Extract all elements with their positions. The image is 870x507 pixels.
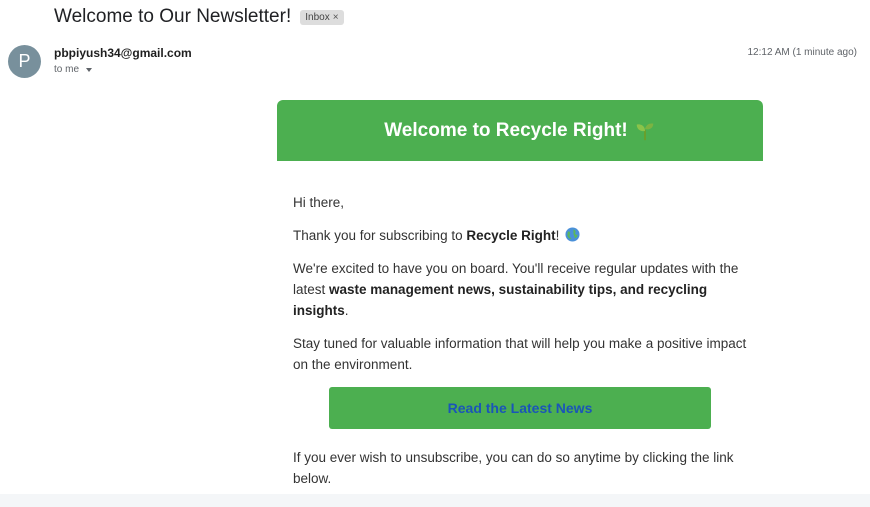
email-subject: Welcome to Our Newsletter! bbox=[54, 6, 292, 27]
globe-icon bbox=[565, 227, 580, 242]
email-header: Welcome to Our Newsletter! Inbox × bbox=[54, 6, 344, 28]
newsletter-body: Hi there, Thank you for subscribing to R… bbox=[277, 161, 763, 489]
unsubscribe-paragraph: If you ever wish to unsubscribe, you can… bbox=[293, 450, 734, 486]
stay-tuned-paragraph: Stay tuned for valuable information that… bbox=[293, 336, 747, 372]
recipient-label: to me bbox=[54, 64, 80, 75]
banner-title: Welcome to Recycle Right! bbox=[384, 119, 628, 141]
close-icon[interactable]: × bbox=[333, 12, 339, 23]
inbox-label-chip[interactable]: Inbox × bbox=[300, 9, 344, 25]
label-text: Inbox bbox=[305, 11, 330, 23]
brand-name: Recycle Right bbox=[466, 228, 556, 243]
thanks-line: Thank you for subscribing to Recycle Rig… bbox=[293, 225, 747, 246]
cta-container: Read the Latest News bbox=[293, 387, 747, 429]
sender-email: pbpiyush34@gmail.com bbox=[54, 46, 192, 60]
bottom-divider bbox=[0, 494, 870, 507]
seedling-icon bbox=[636, 122, 654, 140]
recipient-details-toggle[interactable]: to me bbox=[54, 64, 93, 75]
greeting: Hi there, bbox=[293, 195, 345, 210]
newsletter-banner: Welcome to Recycle Right! bbox=[277, 100, 763, 161]
newsletter-card: Welcome to Recycle Right! Hi there, Than… bbox=[277, 100, 763, 494]
topics-highlight: waste management news, sustainability ti… bbox=[293, 282, 708, 318]
read-latest-news-button[interactable]: Read the Latest News bbox=[329, 387, 711, 429]
email-timestamp: 12:12 AM (1 minute ago) bbox=[747, 47, 857, 58]
chevron-down-icon[interactable] bbox=[86, 67, 93, 72]
intro-paragraph: We're excited to have you on board. You'… bbox=[293, 261, 739, 318]
avatar[interactable]: P bbox=[8, 45, 41, 78]
